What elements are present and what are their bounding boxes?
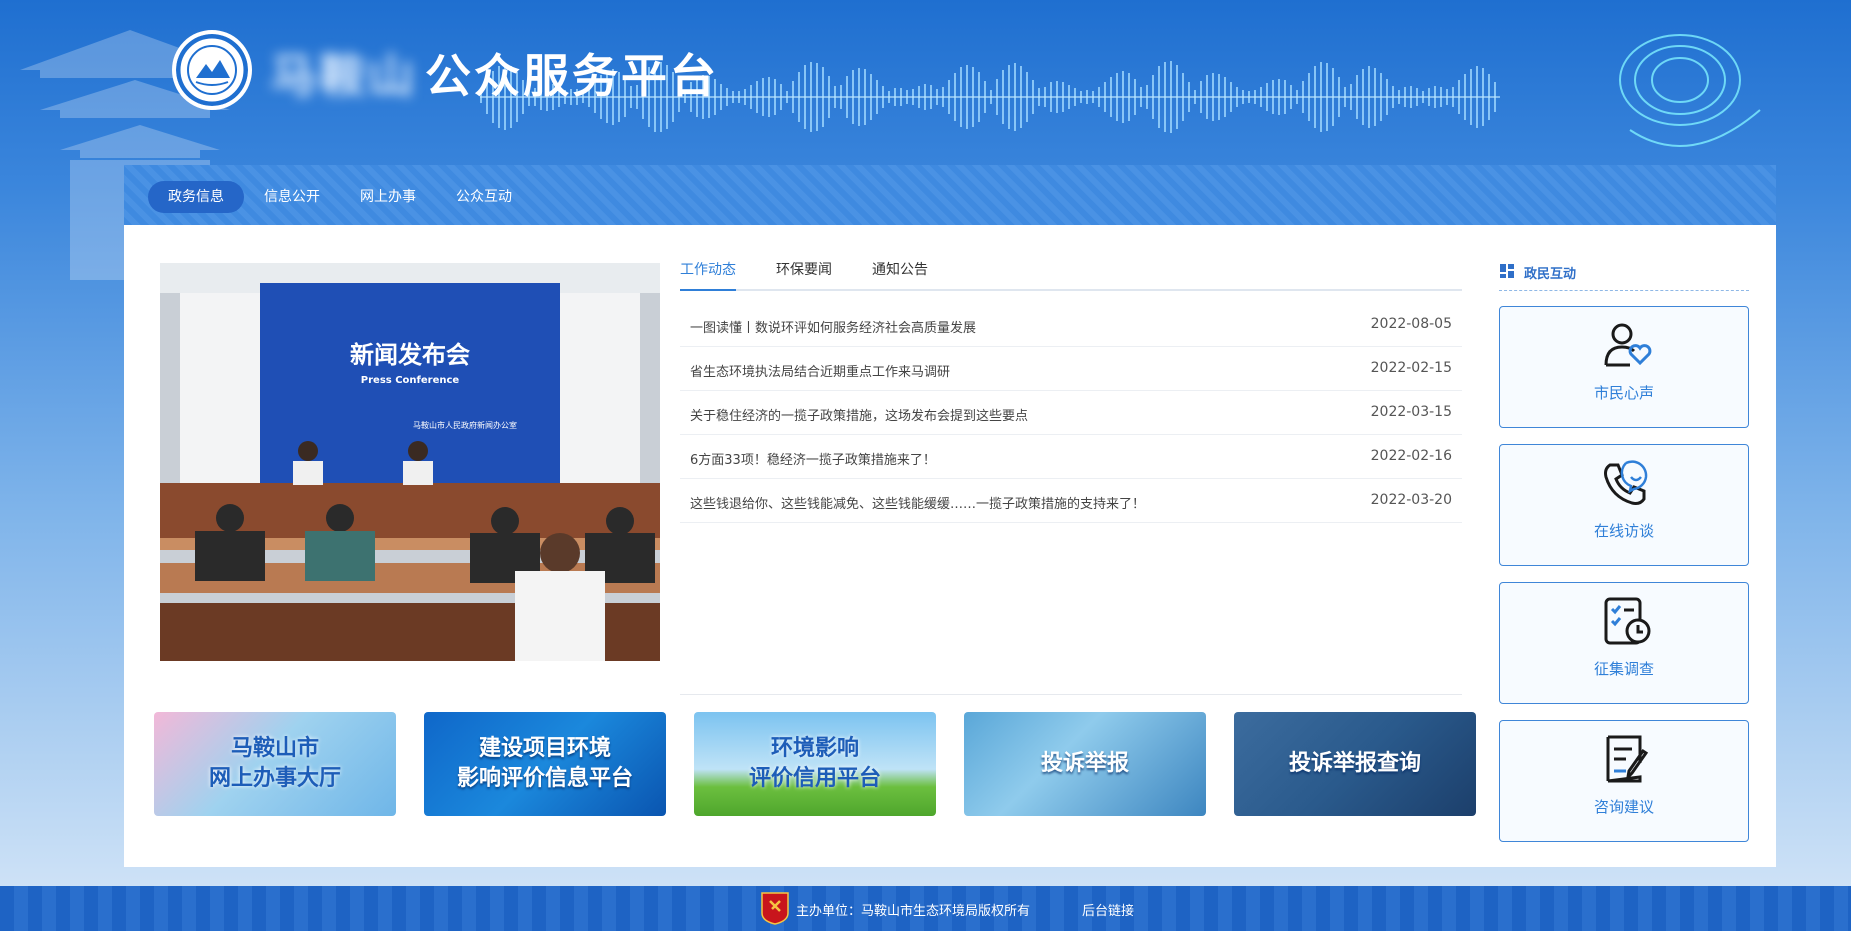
list-item[interactable]: 6方面33项！稳经济一揽子政策措施来了！ 2022-02-16 — [680, 435, 1462, 479]
site-footer: 主办单位：马鞍山市生态环境局版权所有 后台链接 — [0, 886, 1851, 931]
note-pen-icon — [1606, 735, 1649, 783]
service-banners: 马鞍山市 网上办事大厅 建设项目环境 影响评价信息平台 环境影响 评价信用平台 … — [154, 712, 1476, 816]
news-title[interactable]: 这些钱退给你、这些钱能减免、这些钱能缓缓……一揽子政策措施的支持来了！ — [690, 493, 1145, 512]
news-title[interactable]: 一图读懂丨数说环评如何服务经济社会高质量发展 — [690, 317, 976, 336]
card-label: 在线访谈 — [1593, 522, 1654, 540]
banner-online-hall[interactable]: 马鞍山市 网上办事大厅 — [154, 712, 396, 816]
news-photo[interactable]: 新闻发布会 Press Conference 马鞍山市人民政府新闻办公室 — [160, 263, 660, 661]
footer-admin-link[interactable]: 后台链接 — [1082, 900, 1134, 919]
news-date: 2022-03-20 — [1370, 492, 1452, 508]
banner-line2: 影响评价信息平台 — [456, 766, 633, 791]
nav-item-gov-info[interactable]: 政务信息 — [148, 181, 244, 213]
nav-item-online-service[interactable]: 网上办事 — [340, 181, 436, 213]
card-label: 市民心声 — [1593, 384, 1654, 402]
photo-banner-title: 新闻发布会 — [350, 341, 470, 369]
list-item[interactable]: 省生态环境执法局结合近期重点工作来马调研 2022-02-15 — [680, 347, 1462, 391]
sidebar-title-text: 政民互动 — [1524, 267, 1577, 282]
card-survey[interactable]: 征集调查 — [1499, 582, 1749, 704]
tab-env-news[interactable]: 环保要闻 — [776, 259, 832, 291]
banner-complaint[interactable]: 投诉举报 — [964, 712, 1206, 816]
emblem-icon — [177, 35, 247, 105]
tech-ring-decoration — [1619, 34, 1761, 147]
site-header: 马鞍山 公众服务平台 — [0, 0, 1851, 280]
news-date: 2022-03-15 — [1370, 404, 1452, 420]
party-badge-icon — [761, 892, 789, 925]
phone-chat-icon — [1604, 460, 1648, 505]
list-item[interactable]: 关于稳住经济的一揽子政策措施，这场发布会提到这些要点 2022-03-15 — [680, 391, 1462, 435]
news-list: 一图读懂丨数说环评如何服务经济社会高质量发展 2022-08-05 省生态环境执… — [680, 303, 1462, 523]
news-date: 2022-08-05 — [1370, 316, 1452, 332]
site-logo[interactable] — [172, 30, 252, 110]
banner-line2: 网上办事大厅 — [208, 766, 341, 791]
site-title: 马鞍山 公众服务平台 — [270, 40, 719, 106]
card-label: 咨询建议 — [1593, 798, 1654, 816]
news-title[interactable]: 6方面33项！稳经济一揽子政策措施来了！ — [690, 449, 936, 468]
footer-host-text: 主办单位：马鞍山市生态环境局版权所有 — [796, 904, 1031, 919]
interaction-sidebar: 政民互动 市民心声 在线访谈 征集调查 咨询建议 — [1499, 251, 1749, 842]
person-heart-icon — [1604, 323, 1652, 367]
press-conference-image: 新闻发布会 Press Conference 马鞍山市人民政府新闻办公室 — [160, 263, 660, 661]
news-date: 2022-02-16 — [1370, 448, 1452, 464]
card-online-interview[interactable]: 在线访谈 — [1499, 444, 1749, 566]
card-label: 征集调查 — [1593, 660, 1654, 678]
tab-work-news[interactable]: 工作动态 — [680, 259, 736, 291]
nav-item-disclosure[interactable]: 信息公开 — [244, 181, 340, 213]
news-section: 工作动态 环保要闻 通知公告 一图读懂丨数说环评如何服务经济社会高质量发展 20… — [680, 251, 1462, 661]
banner-line1: 投诉举报 — [1040, 751, 1129, 776]
banner-credit-platform[interactable]: 环境影响 评价信用平台 — [694, 712, 936, 816]
site-title-city: 马鞍山 — [270, 49, 417, 103]
main-nav: 政务信息 信息公开 网上办事 公众互动 — [124, 165, 1776, 225]
site-title-text: 公众服务平台 — [425, 49, 719, 103]
card-citizen-voice[interactable]: 市民心声 — [1499, 306, 1749, 428]
news-tabs: 工作动态 环保要闻 通知公告 — [680, 251, 1462, 291]
news-title[interactable]: 省生态环境执法局结合近期重点工作来马调研 — [690, 361, 950, 380]
banner-line1: 投诉举报查询 — [1288, 751, 1421, 776]
banner-eia-platform[interactable]: 建设项目环境 影响评价信息平台 — [424, 712, 666, 816]
banner-line1: 环境影响 — [770, 736, 859, 761]
news-title[interactable]: 关于稳住经济的一揽子政策措施，这场发布会提到这些要点 — [690, 405, 1028, 424]
main-panel: 政务信息 信息公开 网上办事 公众互动 新闻发布会 Press Conferen… — [124, 165, 1776, 867]
list-item[interactable]: 这些钱退给你、这些钱能减免、这些钱能缓缓……一揽子政策措施的支持来了！ 2022… — [680, 479, 1462, 523]
photo-banner-sub: Press Conference — [361, 375, 460, 386]
news-date: 2022-02-15 — [1370, 360, 1452, 376]
sidebar-title: 政民互动 — [1499, 251, 1749, 291]
card-consult[interactable]: 咨询建议 — [1499, 720, 1749, 842]
grid-icon — [1500, 264, 1514, 278]
banner-complaint-query[interactable]: 投诉举报查询 — [1234, 712, 1476, 816]
divider — [680, 694, 1462, 695]
checklist-clock-icon — [1604, 597, 1651, 645]
nav-item-public-interaction[interactable]: 公众互动 — [436, 181, 532, 213]
banner-line1: 马鞍山市 — [230, 736, 319, 761]
list-item[interactable]: 一图读懂丨数说环评如何服务经济社会高质量发展 2022-08-05 — [680, 303, 1462, 347]
banner-line1: 建设项目环境 — [478, 736, 611, 761]
banner-line2: 评价信用平台 — [748, 766, 881, 791]
photo-banner-org: 马鞍山市人民政府新闻办公室 — [413, 420, 517, 430]
tab-notices[interactable]: 通知公告 — [872, 259, 928, 291]
